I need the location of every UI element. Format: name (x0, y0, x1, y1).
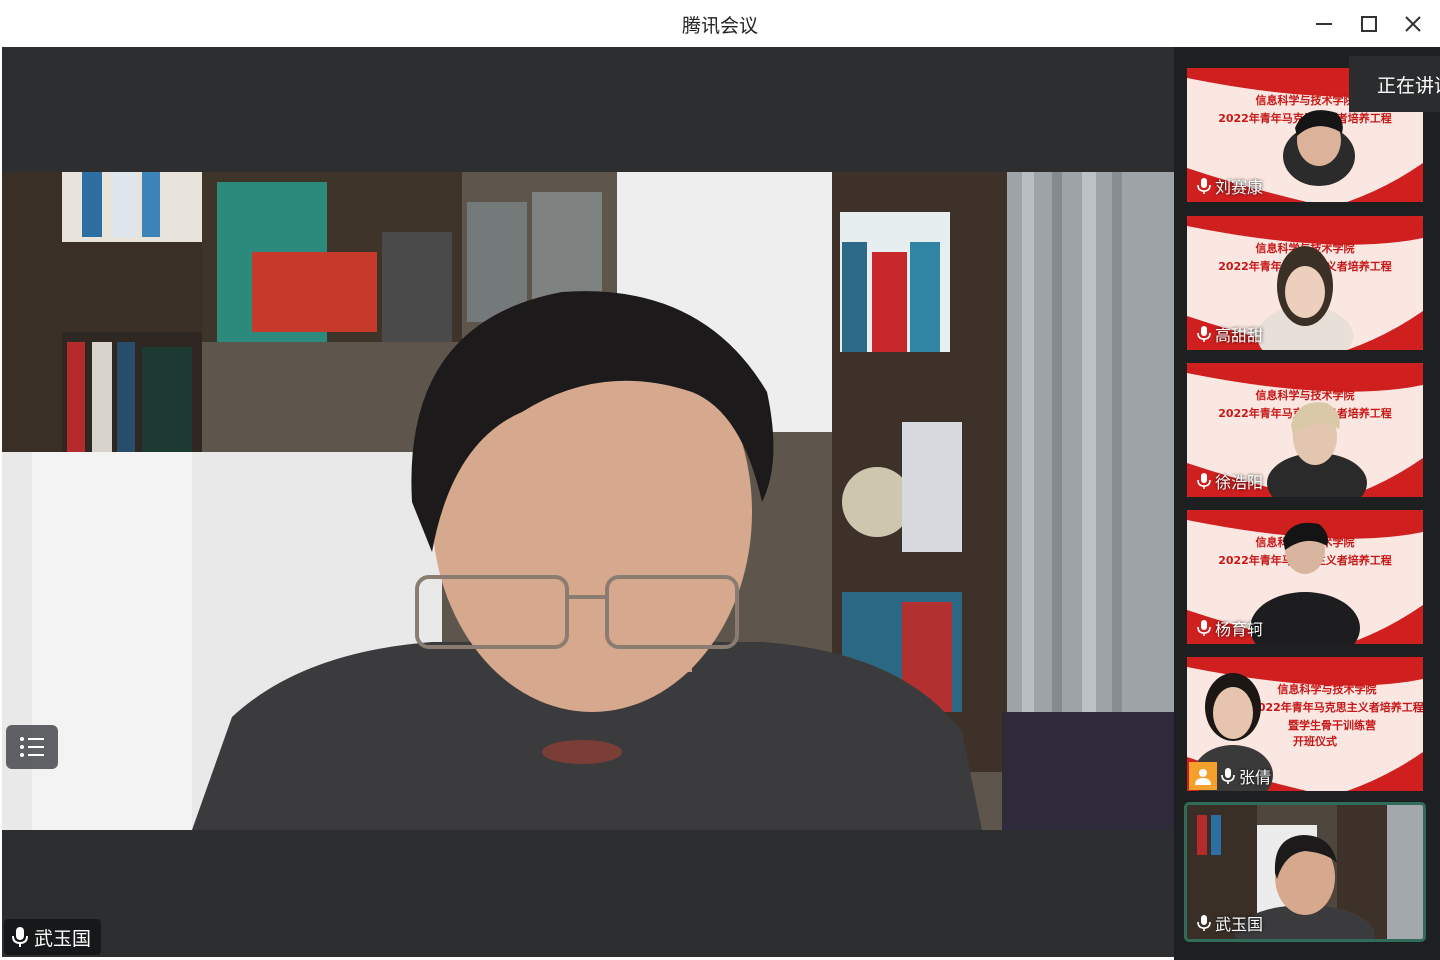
banner-line1: 信息科学与技术学院 (1278, 682, 1377, 696)
list-icon (20, 737, 44, 757)
title-bar: 腾讯会议 (0, 0, 1440, 47)
participant-name: 张倩 (1239, 768, 1272, 787)
banner-line4: 开班仪式 (1293, 734, 1337, 748)
banner-line1: 信息科学与技术学院 (1256, 388, 1355, 402)
microphone-icon (1197, 178, 1211, 194)
main-video[interactable] (2, 172, 1174, 830)
banner-line1: 信息科学与技术学院 (1256, 93, 1355, 107)
participant-name: 杨育轲 (1215, 620, 1264, 639)
participant-name-tag: 刘赛康 (1195, 174, 1269, 198)
host-badge (1189, 762, 1217, 790)
main-speaker-name-tag: 武玉国 (4, 919, 102, 955)
speaker-video-image (2, 172, 1174, 830)
microphone-icon (1221, 768, 1235, 784)
microphone-icon (1197, 915, 1211, 931)
banner-line2: 2022年青年马克思主义者培养工程 (1250, 700, 1423, 714)
user-icon (1195, 769, 1211, 785)
participant-name-tag: 张倩 (1187, 761, 1277, 791)
microphone-icon (1197, 326, 1211, 342)
maximize-button[interactable] (1353, 8, 1385, 40)
participant-name-tag: 徐浩阳 (1195, 469, 1269, 493)
microphone-icon (1197, 473, 1211, 489)
minimize-icon (1316, 23, 1332, 25)
participant-name-tag: 杨育轲 (1195, 616, 1269, 640)
minimize-button[interactable] (1308, 8, 1340, 40)
participant-tile[interactable]: 信息科学与技术学院 2022年青年马克思主义者培养工程 高甜甜 (1187, 216, 1423, 350)
speaking-indicator[interactable]: 正在讲话 (1349, 56, 1440, 112)
participant-name-tag: 高甜甜 (1195, 322, 1269, 346)
microphone-icon (1197, 620, 1211, 636)
participant-name: 刘赛康 (1215, 178, 1264, 197)
main-stage: 武玉国 (2, 47, 1174, 957)
participant-name: 徐浩阳 (1215, 473, 1264, 492)
participant-name: 高甜甜 (1215, 326, 1264, 345)
banner-line3: 暨学生骨干训练营 (1288, 718, 1376, 732)
maximize-icon (1361, 16, 1377, 32)
participant-sidebar: 信息科学与技术学院 2022年青年马克思主义者培养工程 刘赛康 信息科学与技术学… (1174, 47, 1440, 960)
main-speaker-name: 武玉国 (34, 927, 92, 950)
participant-tile[interactable]: 信息科学与技术学院 2022年青年马克思主义者培养工程 杨育轲 (1187, 510, 1423, 644)
microphone-icon (12, 927, 28, 947)
participant-tile[interactable]: 信息科学与技术学院 2022年青年马克思主义者培养工程 暨学生骨干训练营 开班仪… (1187, 657, 1423, 791)
participant-name: 武玉国 (1215, 915, 1264, 934)
participant-name-tag: 武玉国 (1195, 911, 1269, 935)
participant-tile[interactable]: 信息科学与技术学院 2022年青年马克思主义者培养工程 徐浩阳 (1187, 363, 1423, 497)
window-title: 腾讯会议 (681, 15, 758, 37)
close-button[interactable] (1397, 8, 1429, 40)
participant-tile-active[interactable]: 武玉国 (1184, 802, 1426, 942)
participant-list-toggle[interactable] (6, 725, 58, 769)
speaking-label: 正在讲话 (1377, 74, 1440, 97)
close-icon (1405, 16, 1421, 32)
